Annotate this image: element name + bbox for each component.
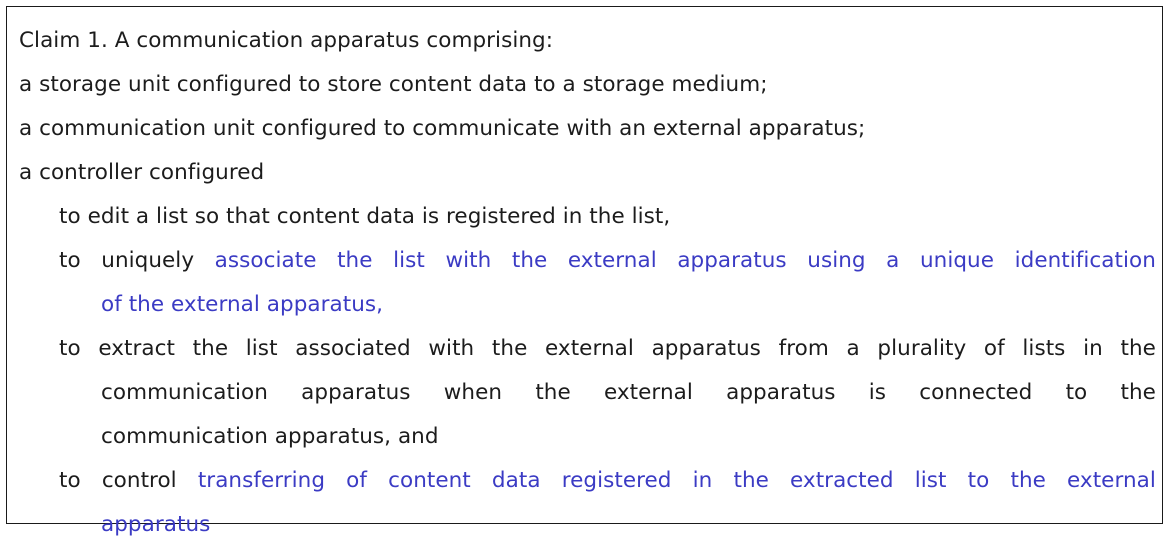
- claim-line-3: a communication unit configured to commu…: [19, 116, 866, 141]
- claim-word: the: [192, 336, 229, 361]
- claim-line-8: to extract the list associated with the …: [59, 327, 1156, 371]
- claim-word-highlight: external: [567, 248, 657, 273]
- claim-word: plurality: [877, 336, 967, 361]
- claim-word: the: [1120, 380, 1156, 405]
- claim-line-9: communication apparatus when the externa…: [101, 371, 1156, 415]
- claim-word: communication: [101, 380, 268, 405]
- claim-word-highlight: in: [692, 468, 713, 493]
- claim-word-highlight: to: [967, 468, 990, 493]
- claim-line-2: a storage unit configured to store conte…: [19, 72, 768, 97]
- claim-word: to: [59, 336, 81, 361]
- claim-word: to: [59, 468, 81, 493]
- claim-word-highlight: the: [733, 468, 769, 493]
- claim-word-highlight: external: [1067, 468, 1156, 493]
- claim-word: apparatus: [301, 380, 411, 405]
- claim-word: external: [545, 336, 634, 361]
- claim-word-highlight: of: [346, 468, 367, 493]
- claim-word-highlight: the: [1010, 468, 1046, 493]
- claim-word: to: [59, 248, 81, 273]
- claim-line-6: to uniquely associate the list with the …: [59, 239, 1156, 283]
- claim-word: from: [778, 336, 829, 361]
- claim-word-highlight: list: [914, 468, 947, 493]
- claim-word-highlight: registered: [561, 468, 672, 493]
- claim-line-5: to edit a list so that content data is r…: [59, 204, 671, 229]
- claim-body: Claim 1. A communication apparatus compr…: [7, 7, 1162, 547]
- claim-word-highlight: a: [886, 248, 900, 273]
- claim-word: associated: [295, 336, 411, 361]
- claim-word-highlight: the: [337, 248, 373, 273]
- claim-word: uniquely: [101, 248, 195, 273]
- claim-word: list: [245, 336, 278, 361]
- claim-line-11: to control transferring of content data …: [59, 459, 1156, 503]
- claim-word: a: [846, 336, 860, 361]
- claim-word: external: [604, 380, 693, 405]
- claim-word: is: [868, 380, 887, 405]
- claim-word: when: [443, 380, 503, 405]
- claim-line-4: a controller configured: [19, 160, 265, 185]
- claim-word-highlight: identification: [1014, 248, 1156, 273]
- claim-word-highlight: content: [388, 468, 471, 493]
- claim-word: control: [101, 468, 177, 493]
- claim-word: in: [1083, 336, 1103, 361]
- claim-word: apparatus: [651, 336, 761, 361]
- claim-word-highlight: the: [511, 248, 548, 273]
- claim-word-highlight: apparatus: [677, 248, 787, 273]
- claim-line-12: apparatus: [101, 512, 211, 537]
- claim-word: extract: [98, 336, 175, 361]
- claim-word: connected: [919, 380, 1033, 405]
- claim-word: apparatus: [726, 380, 836, 405]
- claim-word: lists: [1022, 336, 1066, 361]
- claim-text-box: Claim 1. A communication apparatus compr…: [6, 6, 1163, 537]
- claim-word-highlight: unique: [919, 248, 995, 273]
- claim-word-highlight: with: [445, 248, 492, 273]
- claim-word-highlight: list: [393, 248, 425, 273]
- claim-word-highlight: using: [807, 248, 866, 273]
- claim-word-highlight: data: [491, 468, 541, 493]
- claim-word: the: [535, 380, 571, 405]
- claim-word: the: [491, 336, 528, 361]
- claim-word: of: [983, 336, 1005, 361]
- claim-line-10: communication apparatus, and: [101, 424, 439, 449]
- claim-word-highlight: extracted: [790, 468, 894, 493]
- claim-word: with: [428, 336, 475, 361]
- claim-word: to: [1065, 380, 1088, 405]
- claim-line-1: Claim 1. A communication apparatus compr…: [19, 28, 554, 53]
- claim-word-highlight: associate: [214, 248, 317, 273]
- claim-line-7: of the external apparatus,: [101, 292, 384, 317]
- claim-word-highlight: transferring: [197, 468, 326, 493]
- claim-word: the: [1120, 336, 1156, 361]
